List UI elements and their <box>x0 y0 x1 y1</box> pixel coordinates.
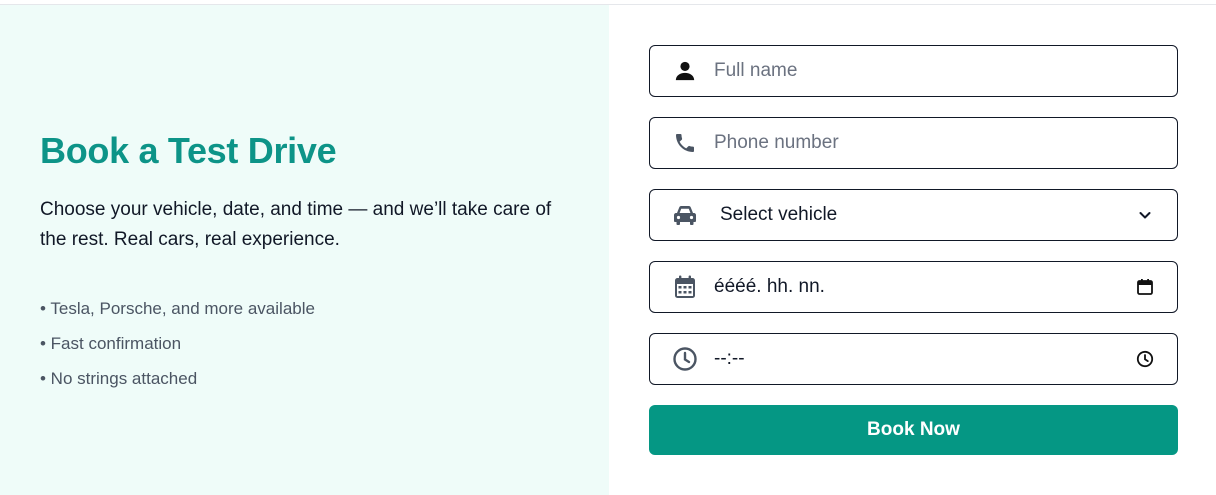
feature-item: • Fast confirmation <box>40 334 182 353</box>
time-value: --:-- <box>714 348 745 369</box>
clock-icon <box>672 346 698 372</box>
date-picker-icon[interactable] <box>1135 277 1155 297</box>
time-picker-icon[interactable] <box>1135 349 1155 369</box>
calendar-icon <box>672 274 698 300</box>
book-now-button[interactable]: Book Now <box>649 405 1178 455</box>
full-name-placeholder: Full name <box>714 60 798 81</box>
booking-form: Full name Phone number Select vehicle éé… <box>609 5 1216 495</box>
page-title: Book a Test Drive <box>40 130 337 171</box>
booking-card: Book a Test Drive Choose your vehicle, d… <box>0 4 1216 495</box>
vehicle-select[interactable]: Select vehicle <box>649 189 1178 241</box>
full-name-input[interactable]: Full name <box>649 45 1178 97</box>
vehicle-selected-value: Select vehicle <box>720 204 838 225</box>
page-description: Choose your vehicle, date, and time — an… <box>40 199 552 250</box>
feature-item: • No strings attached <box>40 369 198 388</box>
phone-placeholder: Phone number <box>714 132 839 153</box>
feature-list: • Tesla, Porsche, and more available • F… <box>40 291 569 396</box>
phone-input[interactable]: Phone number <box>649 117 1178 169</box>
date-value: éééé. hh. nn. <box>714 276 825 297</box>
intro-panel: Book a Test Drive Choose your vehicle, d… <box>0 5 609 495</box>
car-icon <box>672 202 698 228</box>
phone-icon <box>672 130 698 156</box>
date-input[interactable]: éééé. hh. nn. <box>649 261 1178 313</box>
chevron-down-icon[interactable] <box>1135 205 1155 225</box>
user-icon <box>672 58 698 84</box>
time-input[interactable]: --:-- <box>649 333 1178 385</box>
feature-item: • Tesla, Porsche, and more available <box>40 299 315 318</box>
